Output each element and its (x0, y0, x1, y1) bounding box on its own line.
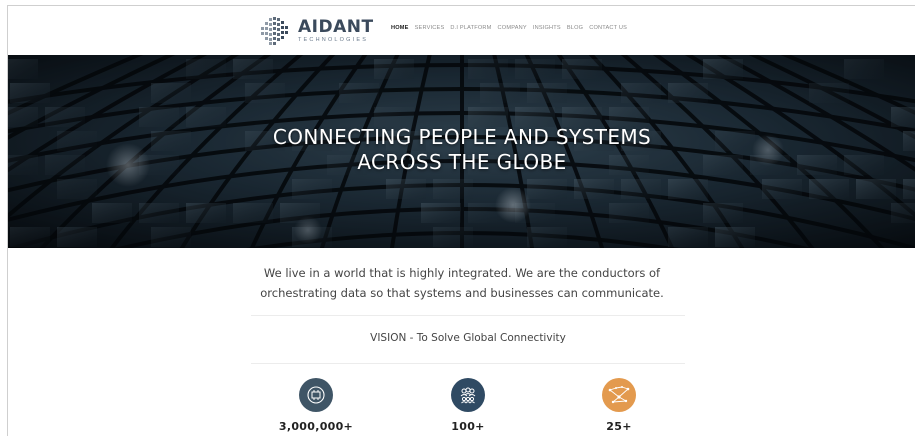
stat-icon-circle (299, 378, 333, 412)
intro-line-2: orchestrating data so that systems and b… (260, 286, 664, 300)
stat-data-transactions: 3,000,000+ (246, 378, 386, 433)
nav-insights[interactable]: INSIGHTS (533, 25, 561, 31)
globe-logo-icon (261, 17, 288, 45)
brand-tagline: TECHNOLOGIES (298, 36, 369, 43)
nav-di-platform[interactable]: D.I PLATFORM (450, 25, 491, 31)
stat-value: 100+ (451, 420, 485, 433)
stat-icon-circle (602, 378, 636, 412)
hero-headline-line-2: ACROSS THE GLOBE (357, 150, 567, 174)
stat-clients: 100+ (398, 378, 538, 433)
stat-value: 3,000,000+ (278, 420, 354, 433)
hero-headline: CONNECTING PEOPLE AND SYSTEMS ACROSS THE… (8, 125, 915, 175)
intro-line-1: We live in a world that is highly integr… (263, 266, 661, 280)
main-nav: HOME SERVICES D.I PLATFORM COMPANY INSIG… (391, 25, 627, 31)
vision-statement: VISION - To Solve Global Connectivity (370, 332, 566, 344)
nav-blog[interactable]: BLOG (567, 25, 583, 31)
intro-paragraph: We live in a world that is highly integr… (208, 263, 716, 303)
people-group-icon (460, 387, 476, 404)
hero-headline-line-1: CONNECTING PEOPLE AND SYSTEMS (272, 125, 652, 149)
stat-icon-circle (451, 378, 485, 412)
divider (251, 315, 685, 316)
logo[interactable]: AIDANT TECHNOLOGIES (258, 13, 374, 49)
data-chip-icon (307, 386, 325, 404)
site-header: AIDANT TECHNOLOGIES HOME SERVICES D.I PL… (8, 6, 915, 55)
nav-contact-us[interactable]: CONTACT US (589, 25, 627, 31)
stat-value: 25+ (606, 420, 632, 433)
browser-viewport: AIDANT TECHNOLOGIES HOME SERVICES D.I PL… (7, 5, 915, 436)
divider (251, 363, 685, 364)
stat-integrations: 25+ (549, 378, 689, 433)
network-nodes-icon (608, 386, 630, 404)
nav-home[interactable]: HOME (391, 25, 409, 31)
nav-company[interactable]: COMPANY (498, 25, 527, 31)
nav-services[interactable]: SERVICES (415, 25, 445, 31)
brand-name: AIDANT (298, 16, 374, 37)
hero-banner: CONNECTING PEOPLE AND SYSTEMS ACROSS THE… (8, 55, 915, 248)
